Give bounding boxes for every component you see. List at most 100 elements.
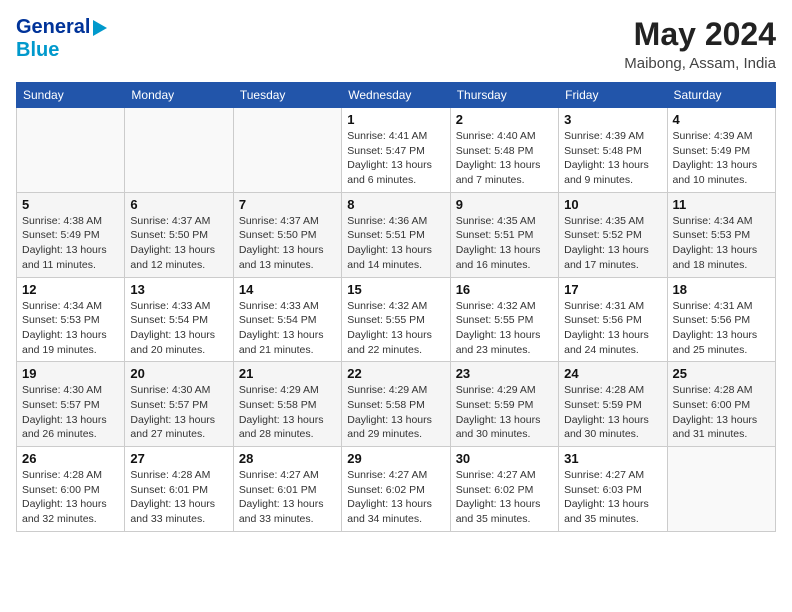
calendar-cell (17, 108, 125, 193)
calendar-header-row: SundayMondayTuesdayWednesdayThursdayFrid… (17, 83, 776, 108)
day-info: Sunrise: 4:32 AM Sunset: 5:55 PM Dayligh… (347, 299, 444, 358)
day-number: 16 (456, 282, 553, 297)
day-info: Sunrise: 4:28 AM Sunset: 6:00 PM Dayligh… (673, 383, 770, 442)
day-number: 27 (130, 451, 227, 466)
day-number: 6 (130, 197, 227, 212)
calendar-cell: 21Sunrise: 4:29 AM Sunset: 5:58 PM Dayli… (233, 362, 341, 447)
day-number: 9 (456, 197, 553, 212)
calendar-week-2: 5 Sunrise: 4:38 AM Sunset: 5:49 PM Daylig… (17, 192, 776, 277)
day-number: 25 (673, 366, 770, 381)
day-info: Sunrise: 4:28 AM Sunset: 6:01 PM Dayligh… (130, 468, 227, 527)
calendar-cell: 24 Sunrise: 4:28 AM Sunset: 5:59 PM Dayli… (559, 362, 667, 447)
day-info: Sunrise: 4:36 AM Sunset: 5:51 PM Dayligh… (347, 214, 444, 273)
day-info: Sunrise: 4:28 AM Sunset: 5:59 PM Dayligh… (564, 383, 661, 442)
day-number: 2 (456, 112, 553, 127)
calendar-cell: 18Sunrise: 4:31 AM Sunset: 5:56 PM Dayli… (667, 277, 775, 362)
day-number: 15 (347, 282, 444, 297)
day-number: 1 (347, 112, 444, 127)
day-info: Sunrise: 4:34 AM Sunset: 5:53 PM Dayligh… (673, 214, 770, 273)
calendar-week-4: 19 Sunrise: 4:30 AM Sunset: 5:57 PM Dayli… (17, 362, 776, 447)
calendar-cell: 9 Sunrise: 4:35 AM Sunset: 5:51 PM Daylig… (450, 192, 558, 277)
day-info: Sunrise: 4:38 AM Sunset: 5:49 PM Dayligh… (22, 214, 119, 273)
calendar-cell: 5 Sunrise: 4:38 AM Sunset: 5:49 PM Daylig… (17, 192, 125, 277)
logo: General Blue (16, 16, 107, 62)
calendar-cell: 25 Sunrise: 4:28 AM Sunset: 6:00 PM Dayli… (667, 362, 775, 447)
calendar-cell (667, 447, 775, 532)
day-number: 18 (673, 282, 770, 297)
day-number: 19 (22, 366, 119, 381)
day-number: 12 (22, 282, 119, 297)
calendar-cell: 15 Sunrise: 4:32 AM Sunset: 5:55 PM Dayli… (342, 277, 450, 362)
day-info: Sunrise: 4:33 AM Sunset: 5:54 PM Dayligh… (239, 299, 336, 358)
logo-arrow-icon (93, 20, 107, 36)
calendar-cell: 4 Sunrise: 4:39 AM Sunset: 5:49 PM Daylig… (667, 108, 775, 193)
day-number: 10 (564, 197, 661, 212)
day-info: Sunrise: 4:39 AM Sunset: 5:48 PM Dayligh… (564, 129, 661, 188)
calendar-cell: 31Sunrise: 4:27 AM Sunset: 6:03 PM Dayli… (559, 447, 667, 532)
calendar-cell: 3 Sunrise: 4:39 AM Sunset: 5:48 PM Daylig… (559, 108, 667, 193)
weekday-header-friday: Friday (559, 83, 667, 108)
day-number: 22 (347, 366, 444, 381)
day-number: 31 (564, 451, 661, 466)
calendar-cell (233, 108, 341, 193)
calendar-cell: 7 Sunrise: 4:37 AM Sunset: 5:50 PM Daylig… (233, 192, 341, 277)
day-info: Sunrise: 4:32 AM Sunset: 5:55 PM Dayligh… (456, 299, 553, 358)
calendar-cell: 13 Sunrise: 4:33 AM Sunset: 5:54 PM Dayli… (125, 277, 233, 362)
day-number: 8 (347, 197, 444, 212)
day-number: 7 (239, 197, 336, 212)
day-info: Sunrise: 4:40 AM Sunset: 5:48 PM Dayligh… (456, 129, 553, 188)
day-number: 20 (130, 366, 227, 381)
day-info: Sunrise: 4:27 AM Sunset: 6:01 PM Dayligh… (239, 468, 336, 527)
day-info: Sunrise: 4:30 AM Sunset: 5:57 PM Dayligh… (130, 383, 227, 442)
calendar-cell: 8 Sunrise: 4:36 AM Sunset: 5:51 PM Daylig… (342, 192, 450, 277)
day-info: Sunrise: 4:35 AM Sunset: 5:52 PM Dayligh… (564, 214, 661, 273)
day-number: 23 (456, 366, 553, 381)
calendar-cell: 1Sunrise: 4:41 AM Sunset: 5:47 PM Daylig… (342, 108, 450, 193)
calendar-cell: 29 Sunrise: 4:27 AM Sunset: 6:02 PM Dayli… (342, 447, 450, 532)
calendar-cell: 11Sunrise: 4:34 AM Sunset: 5:53 PM Dayli… (667, 192, 775, 277)
day-number: 5 (22, 197, 119, 212)
calendar-cell: 23Sunrise: 4:29 AM Sunset: 5:59 PM Dayli… (450, 362, 558, 447)
day-number: 29 (347, 451, 444, 466)
calendar-week-3: 12Sunrise: 4:34 AM Sunset: 5:53 PM Dayli… (17, 277, 776, 362)
weekday-header-sunday: Sunday (17, 83, 125, 108)
calendar-cell: 27 Sunrise: 4:28 AM Sunset: 6:01 PM Dayli… (125, 447, 233, 532)
day-number: 28 (239, 451, 336, 466)
day-number: 3 (564, 112, 661, 127)
day-info: Sunrise: 4:31 AM Sunset: 5:56 PM Dayligh… (564, 299, 661, 358)
day-info: Sunrise: 4:37 AM Sunset: 5:50 PM Dayligh… (130, 214, 227, 273)
calendar-table: SundayMondayTuesdayWednesdayThursdayFrid… (16, 82, 776, 532)
day-info: Sunrise: 4:28 AM Sunset: 6:00 PM Dayligh… (22, 468, 119, 527)
weekday-header-saturday: Saturday (667, 83, 775, 108)
logo-blue: Blue (16, 39, 59, 61)
calendar-cell: 20 Sunrise: 4:30 AM Sunset: 5:57 PM Dayli… (125, 362, 233, 447)
calendar-cell: 26Sunrise: 4:28 AM Sunset: 6:00 PM Dayli… (17, 447, 125, 532)
day-info: Sunrise: 4:39 AM Sunset: 5:49 PM Dayligh… (673, 129, 770, 188)
day-number: 24 (564, 366, 661, 381)
calendar-cell: 2 Sunrise: 4:40 AM Sunset: 5:48 PM Daylig… (450, 108, 558, 193)
month-year: May 2024 (624, 16, 776, 53)
weekday-header-wednesday: Wednesday (342, 83, 450, 108)
calendar-cell: 12Sunrise: 4:34 AM Sunset: 5:53 PM Dayli… (17, 277, 125, 362)
day-number: 30 (456, 451, 553, 466)
calendar-cell: 14 Sunrise: 4:33 AM Sunset: 5:54 PM Dayli… (233, 277, 341, 362)
calendar-cell: 10 Sunrise: 4:35 AM Sunset: 5:52 PM Dayli… (559, 192, 667, 277)
day-number: 14 (239, 282, 336, 297)
calendar-cell: 30Sunrise: 4:27 AM Sunset: 6:02 PM Dayli… (450, 447, 558, 532)
calendar-cell: 17 Sunrise: 4:31 AM Sunset: 5:56 PM Dayli… (559, 277, 667, 362)
day-info: Sunrise: 4:35 AM Sunset: 5:51 PM Dayligh… (456, 214, 553, 273)
day-info: Sunrise: 4:27 AM Sunset: 6:02 PM Dayligh… (347, 468, 444, 527)
day-info: Sunrise: 4:29 AM Sunset: 5:58 PM Dayligh… (347, 383, 444, 442)
day-info: Sunrise: 4:37 AM Sunset: 5:50 PM Dayligh… (239, 214, 336, 273)
calendar-week-5: 26Sunrise: 4:28 AM Sunset: 6:00 PM Dayli… (17, 447, 776, 532)
logo-general: General (16, 16, 90, 39)
day-number: 4 (673, 112, 770, 127)
weekday-header-thursday: Thursday (450, 83, 558, 108)
weekday-header-tuesday: Tuesday (233, 83, 341, 108)
day-number: 17 (564, 282, 661, 297)
calendar-cell: 16 Sunrise: 4:32 AM Sunset: 5:55 PM Dayli… (450, 277, 558, 362)
page-header: General Blue May 2024 Maibong, Assam, In… (16, 16, 776, 72)
day-number: 13 (130, 282, 227, 297)
location: Maibong, Assam, India (624, 55, 776, 72)
day-info: Sunrise: 4:33 AM Sunset: 5:54 PM Dayligh… (130, 299, 227, 358)
